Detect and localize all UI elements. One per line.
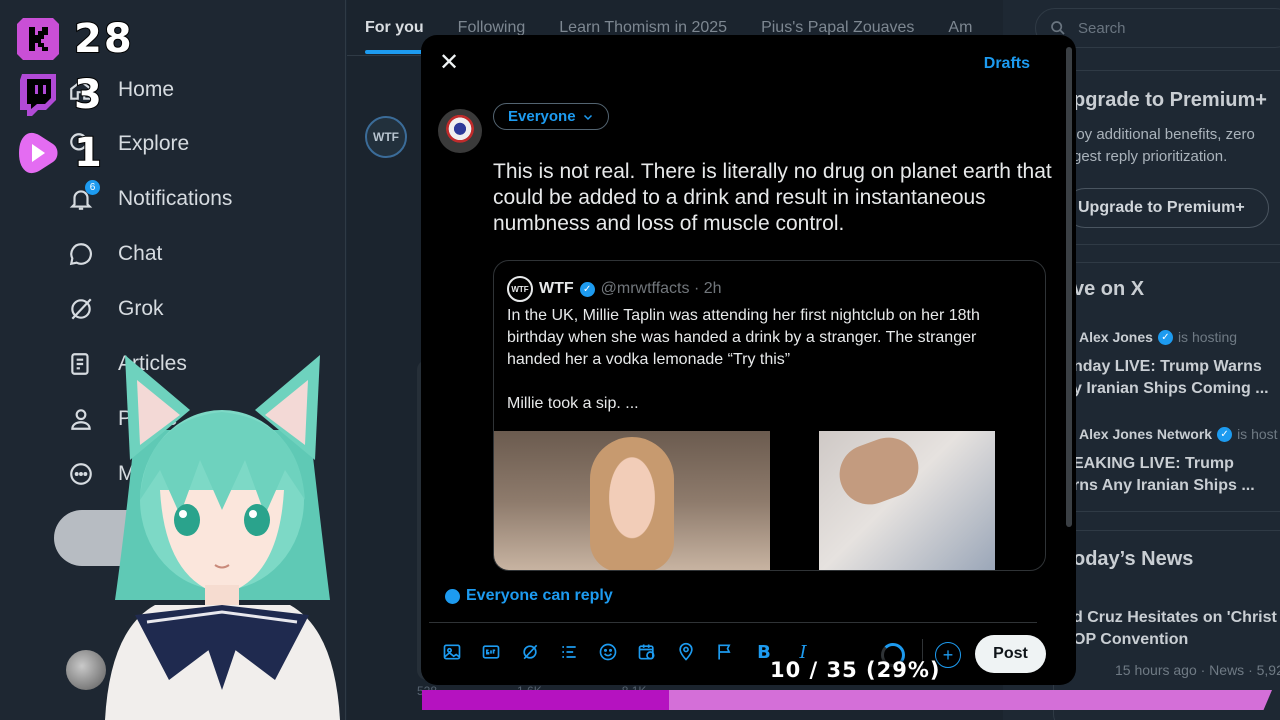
nav-label-explore: Explore (118, 132, 190, 155)
premium-text-2: gest reply prioritization. (1073, 148, 1228, 165)
news-title: oday’s News (1073, 548, 1194, 570)
live-host-1[interactable]: Alex Jones ✓ is hosting (1079, 329, 1237, 345)
tab-for-you[interactable]: For you (365, 19, 424, 54)
grok-icon (66, 294, 96, 324)
nav-item-chat[interactable]: Chat (66, 234, 162, 274)
news-line-1[interactable]: d Cruz Hesitates on 'Christ (1073, 607, 1277, 629)
quoted-post-text: In the UK, Millie Taplin was attending h… (507, 307, 980, 412)
verified-icon: ✓ (1217, 426, 1233, 442)
nav-item-grok[interactable]: Grok (66, 289, 164, 329)
twitch-icon (16, 73, 60, 117)
vtuber-avatar (105, 355, 340, 720)
audience-label: Everyone (508, 108, 576, 125)
twitch-count: 3 (73, 71, 104, 119)
nav-label-notifications: Notifications (118, 187, 233, 210)
emoji-icon[interactable] (597, 641, 619, 663)
compose-toolbar: B I (441, 641, 814, 663)
live-host-2-name: Alex Jones Network (1079, 426, 1213, 442)
close-icon[interactable]: ✕ (437, 51, 461, 75)
tab-following[interactable]: Following (458, 19, 526, 37)
gif-icon[interactable] (480, 641, 502, 663)
quoted-image-2 (819, 431, 995, 570)
quoted-author-handle: @mrwtffacts · 2h (600, 280, 722, 297)
divider (429, 622, 1037, 623)
live-1-line-1[interactable]: nday LIVE: Trump Warns (1073, 356, 1262, 378)
reply-setting[interactable]: Everyone can reply (445, 587, 613, 605)
verified-icon: ✓ (579, 281, 595, 297)
live-1-line-2[interactable]: y Iranian Ships Coming ... (1073, 378, 1269, 400)
quoted-post-header: WTF WTF ✓ @mrwtffacts · 2h (507, 276, 722, 302)
nav-label-grok: Grok (118, 297, 164, 320)
portrait-shape (590, 437, 674, 570)
portrait-shape (831, 431, 927, 513)
live-host-1-action: is hosting (1177, 329, 1238, 345)
news-meta: 15 hours ago · News · 5,92 (1115, 662, 1280, 678)
twitch-stat: 3 (16, 71, 104, 119)
modal-scrollbar[interactable] (1066, 47, 1072, 527)
search-placeholder: Search (1078, 19, 1126, 37)
more-icon (66, 459, 96, 489)
live-title: ve on X (1073, 278, 1145, 300)
flag-icon[interactable] (714, 641, 736, 663)
verified-icon: ✓ (1157, 329, 1173, 345)
rumble-icon (16, 131, 60, 175)
articles-icon (66, 349, 96, 379)
poll-icon[interactable] (558, 641, 580, 663)
user-avatar (438, 109, 482, 153)
grok-icon[interactable] (519, 641, 541, 663)
live-2-line-1[interactable]: EAKING LIVE: Trump (1073, 453, 1234, 475)
goal-progress-fill (422, 690, 669, 710)
kick-count: 28 (73, 15, 134, 63)
search-icon (1051, 21, 1065, 35)
person-icon (66, 404, 96, 434)
tab-more-lists[interactable]: Am (948, 19, 972, 37)
kick-icon (16, 17, 60, 61)
compose-textarea[interactable]: This is not real. There is literally no … (493, 159, 1053, 237)
live-2-line-2[interactable]: rns Any Iranian Ships ... (1073, 475, 1255, 497)
upgrade-premium-button[interactable]: Upgrade to Premium+ (1065, 188, 1269, 228)
kick-stat: 28 (16, 15, 134, 63)
rumble-stat: 1 (16, 129, 104, 177)
goal-progress-bar (422, 690, 1272, 710)
bell-icon: 6 (66, 180, 100, 214)
goal-counter: 10 / 35 (29%) (770, 658, 941, 682)
nav-label-chat: Chat (118, 242, 163, 265)
nav-item-notifications[interactable]: 6 Notifications (66, 179, 232, 219)
image-icon[interactable] (441, 641, 463, 663)
post-button[interactable]: Post (975, 635, 1046, 673)
tab-papal-zouaves[interactable]: Pius's Papal Zouaves (761, 19, 914, 37)
notification-badge: 6 (85, 180, 100, 195)
chevron-down-icon (583, 114, 592, 120)
quoted-image-1 (494, 431, 770, 570)
nav-label-home: Home (118, 78, 175, 101)
schedule-icon[interactable] (636, 641, 658, 663)
reply-setting-label: Everyone can reply (466, 587, 613, 604)
drafts-button[interactable]: Drafts (984, 55, 1030, 73)
quoted-author-logo: WTF (507, 276, 533, 302)
premium-title: pgrade to Premium+ (1073, 89, 1267, 111)
chat-icon (66, 239, 96, 269)
rumble-count: 1 (73, 129, 104, 177)
premium-text-1: joy additional benefits, zero (1073, 126, 1255, 143)
tab-learn-thomism[interactable]: Learn Thomism in 2025 (559, 19, 727, 37)
quoted-author-name: WTF (539, 280, 574, 297)
compose-modal: ✕ Drafts Everyone This is not real. Ther… (421, 35, 1076, 685)
audience-selector[interactable]: Everyone (493, 103, 609, 130)
location-icon[interactable] (675, 641, 697, 663)
globe-icon (445, 588, 460, 604)
live-host-2-action: is host (1237, 426, 1278, 442)
live-host-2[interactable]: Alex Jones Network ✓ is host (1079, 426, 1278, 442)
news-line-2[interactable]: OP Convention (1073, 629, 1188, 651)
quoted-post[interactable]: WTF WTF ✓ @mrwtffacts · 2h In the UK, Mi… (493, 260, 1046, 571)
post-author-avatar[interactable]: WTF (365, 116, 407, 158)
live-host-1-name: Alex Jones (1079, 329, 1153, 345)
